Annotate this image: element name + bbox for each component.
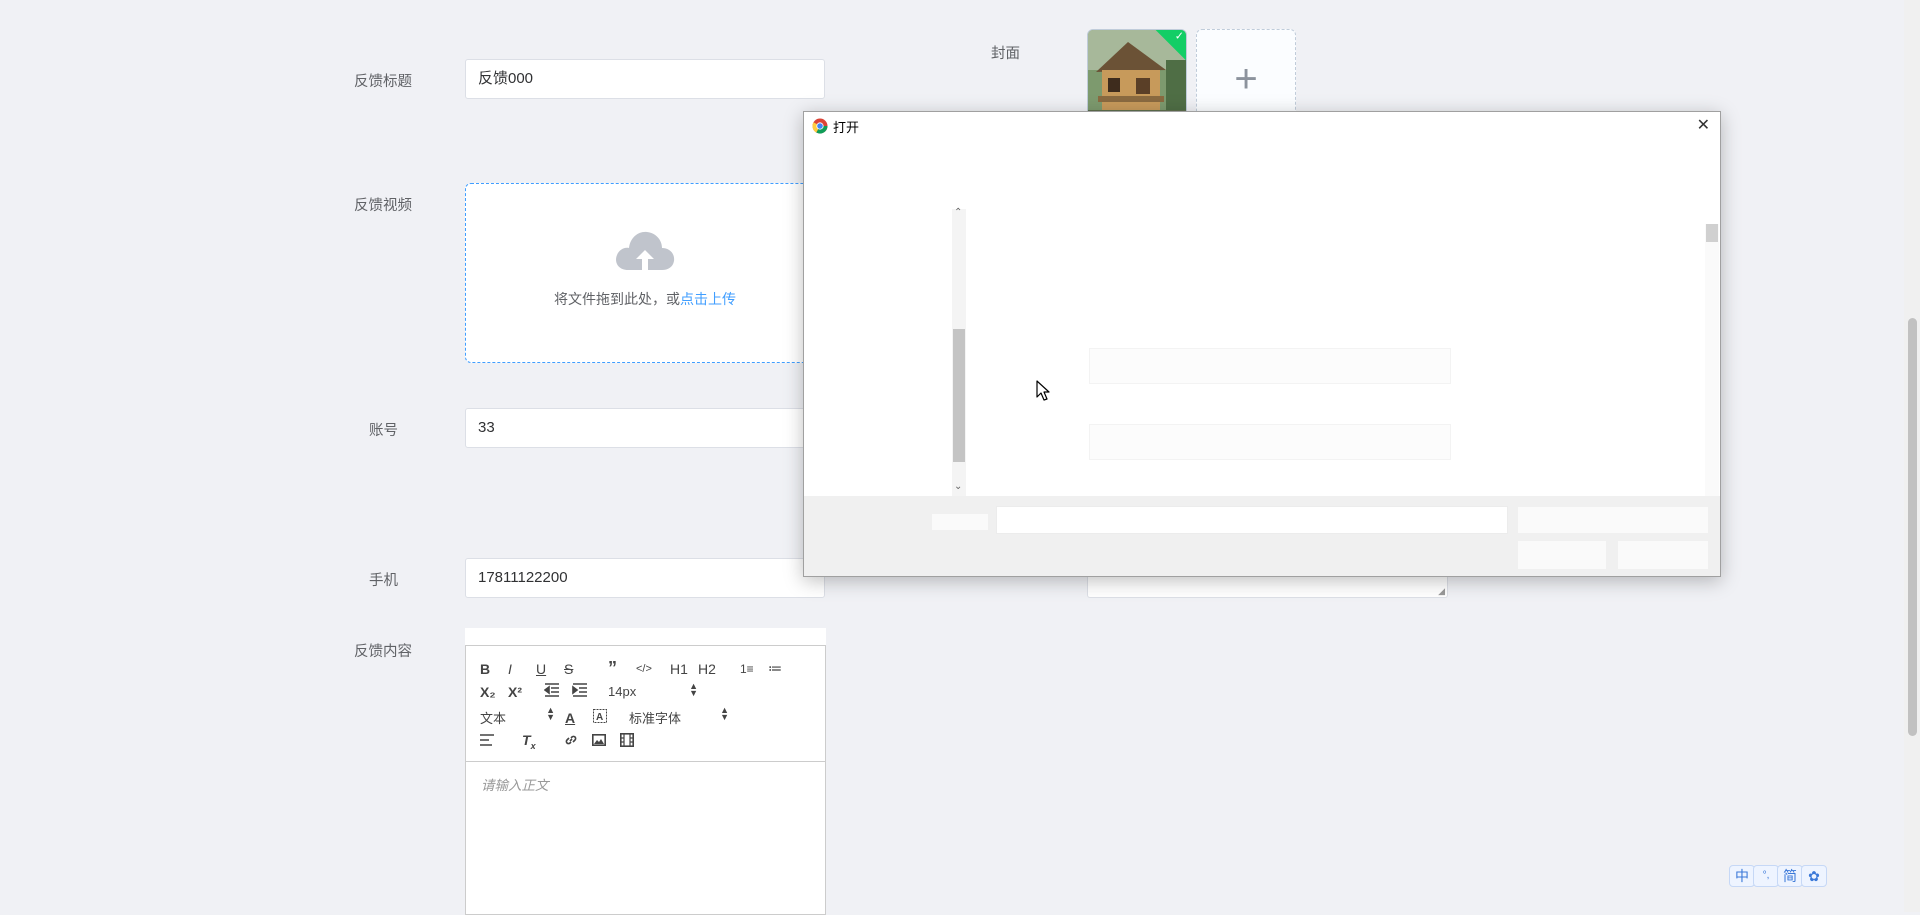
font-size-value: 14px	[608, 684, 637, 699]
ime-skin-icon[interactable]: ✿	[1801, 865, 1827, 887]
cover-label: 封面	[991, 46, 1020, 62]
subscript-button[interactable]: X₂	[480, 684, 508, 700]
font-size-select[interactable]: 14px ▲ ▼	[608, 681, 698, 700]
account-input[interactable]: 33	[465, 408, 825, 448]
phone-input[interactable]: 17811122200	[465, 558, 825, 598]
h2-button[interactable]: H2	[698, 661, 740, 677]
bullet-list-button[interactable]: ≔	[768, 660, 788, 677]
dialog-close-button[interactable]: ✕	[1697, 115, 1710, 135]
upload-hint-text: 将文件拖到此处，或	[554, 291, 680, 307]
video-icon[interactable]	[620, 732, 648, 750]
link-icon[interactable]	[564, 733, 592, 750]
check-icon: ✓	[1174, 30, 1184, 43]
indent-icon[interactable]	[572, 683, 608, 700]
underline-button[interactable]: U	[536, 661, 564, 677]
filename-label-placeholder	[932, 514, 988, 530]
ordered-list-button[interactable]: 1≡	[740, 662, 768, 676]
editor-placeholder: 请输入正文	[481, 778, 549, 793]
scroll-up-icon[interactable]: ⌃	[954, 207, 962, 218]
file-pane-scroll-thumb[interactable]	[1706, 224, 1718, 242]
select-arrows-icon: ▲ ▼	[720, 705, 729, 722]
svg-text:A: A	[596, 712, 603, 723]
ime-punctuation-mode[interactable]: °,	[1753, 865, 1779, 887]
rich-text-editor: B I U S ” </> H1 H2 1≡ ≔ X₂ X² 14px ▲ ▼ 文…	[465, 645, 826, 915]
nav-pane-scrollbar[interactable]: ⌃ ⌄	[952, 207, 966, 497]
editor-toolbar-row-4: Tx	[480, 732, 648, 751]
strike-button[interactable]: S	[564, 661, 608, 677]
select-arrows-icon: ▲ ▼	[689, 681, 698, 698]
dialog-footer	[804, 496, 1720, 576]
header-select-value: 文本	[480, 711, 507, 726]
code-button[interactable]: </>	[636, 663, 670, 675]
mouse-cursor-icon	[1036, 380, 1050, 401]
align-icon[interactable]	[480, 733, 522, 749]
click-upload-link[interactable]: 点击上传	[680, 291, 736, 307]
file-open-dialog: 打开 ✕ ⌃ ⌄	[803, 111, 1721, 577]
account-label: 账号	[369, 423, 398, 439]
outdent-icon[interactable]	[543, 683, 572, 700]
scroll-down-icon[interactable]: ⌄	[954, 481, 962, 492]
video-label: 反馈视频	[354, 198, 412, 214]
video-upload-dropzone[interactable]: 将文件拖到此处，或点击上传	[465, 183, 825, 363]
superscript-button[interactable]: X²	[508, 684, 544, 700]
quote-button[interactable]: ”	[608, 658, 636, 679]
editor-toolbar-row-2: X₂ X² 14px ▲ ▼	[480, 681, 698, 700]
editor-top-strip	[465, 628, 826, 645]
resize-handle-icon: ◢	[1438, 586, 1445, 596]
image-icon[interactable]	[592, 733, 620, 749]
title-input[interactable]: 反馈000	[465, 59, 825, 99]
font-family-select[interactable]: 标准字体 ▲ ▼	[629, 705, 729, 727]
ime-simplified-mode[interactable]: 简	[1777, 865, 1803, 887]
ghost-row	[1089, 424, 1451, 460]
font-color-icon[interactable]: A	[565, 710, 593, 726]
filename-input[interactable]	[996, 506, 1508, 534]
editor-body[interactable]: 请输入正文	[481, 774, 811, 904]
font-family-value: 标准字体	[629, 711, 682, 726]
page-scroll-thumb[interactable]	[1908, 318, 1917, 736]
ghost-row	[1089, 348, 1451, 384]
file-type-select[interactable]	[1517, 506, 1709, 534]
phone-label: 手机	[369, 573, 398, 589]
editor-toolbar-row-1: B I U S ” </> H1 H2 1≡ ≔	[480, 658, 788, 679]
open-button[interactable]	[1517, 540, 1607, 570]
h1-button[interactable]: H1	[670, 661, 698, 677]
chrome-icon	[812, 118, 828, 134]
header-select[interactable]: 文本 ▲ ▼	[480, 705, 565, 727]
dialog-title: 打开	[833, 120, 860, 135]
title-label: 反馈标题	[354, 74, 412, 90]
content-label: 反馈内容	[354, 644, 412, 660]
nav-pane-scroll-thumb[interactable]	[953, 329, 965, 462]
editor-toolbar-row-3: 文本 ▲ ▼ A A 标准字体 ▲ ▼	[480, 705, 729, 727]
ime-chinese-mode[interactable]: 中	[1729, 865, 1755, 887]
select-arrows-icon: ▲ ▼	[546, 705, 555, 722]
cancel-button[interactable]	[1617, 540, 1709, 570]
clear-format-icon[interactable]: Tx	[522, 732, 564, 751]
bold-button[interactable]: B	[480, 661, 508, 677]
cloud-upload-icon	[616, 231, 675, 270]
file-pane-scrollbar[interactable]	[1705, 224, 1719, 496]
italic-button[interactable]: I	[508, 661, 536, 677]
background-color-icon[interactable]: A	[593, 709, 629, 726]
